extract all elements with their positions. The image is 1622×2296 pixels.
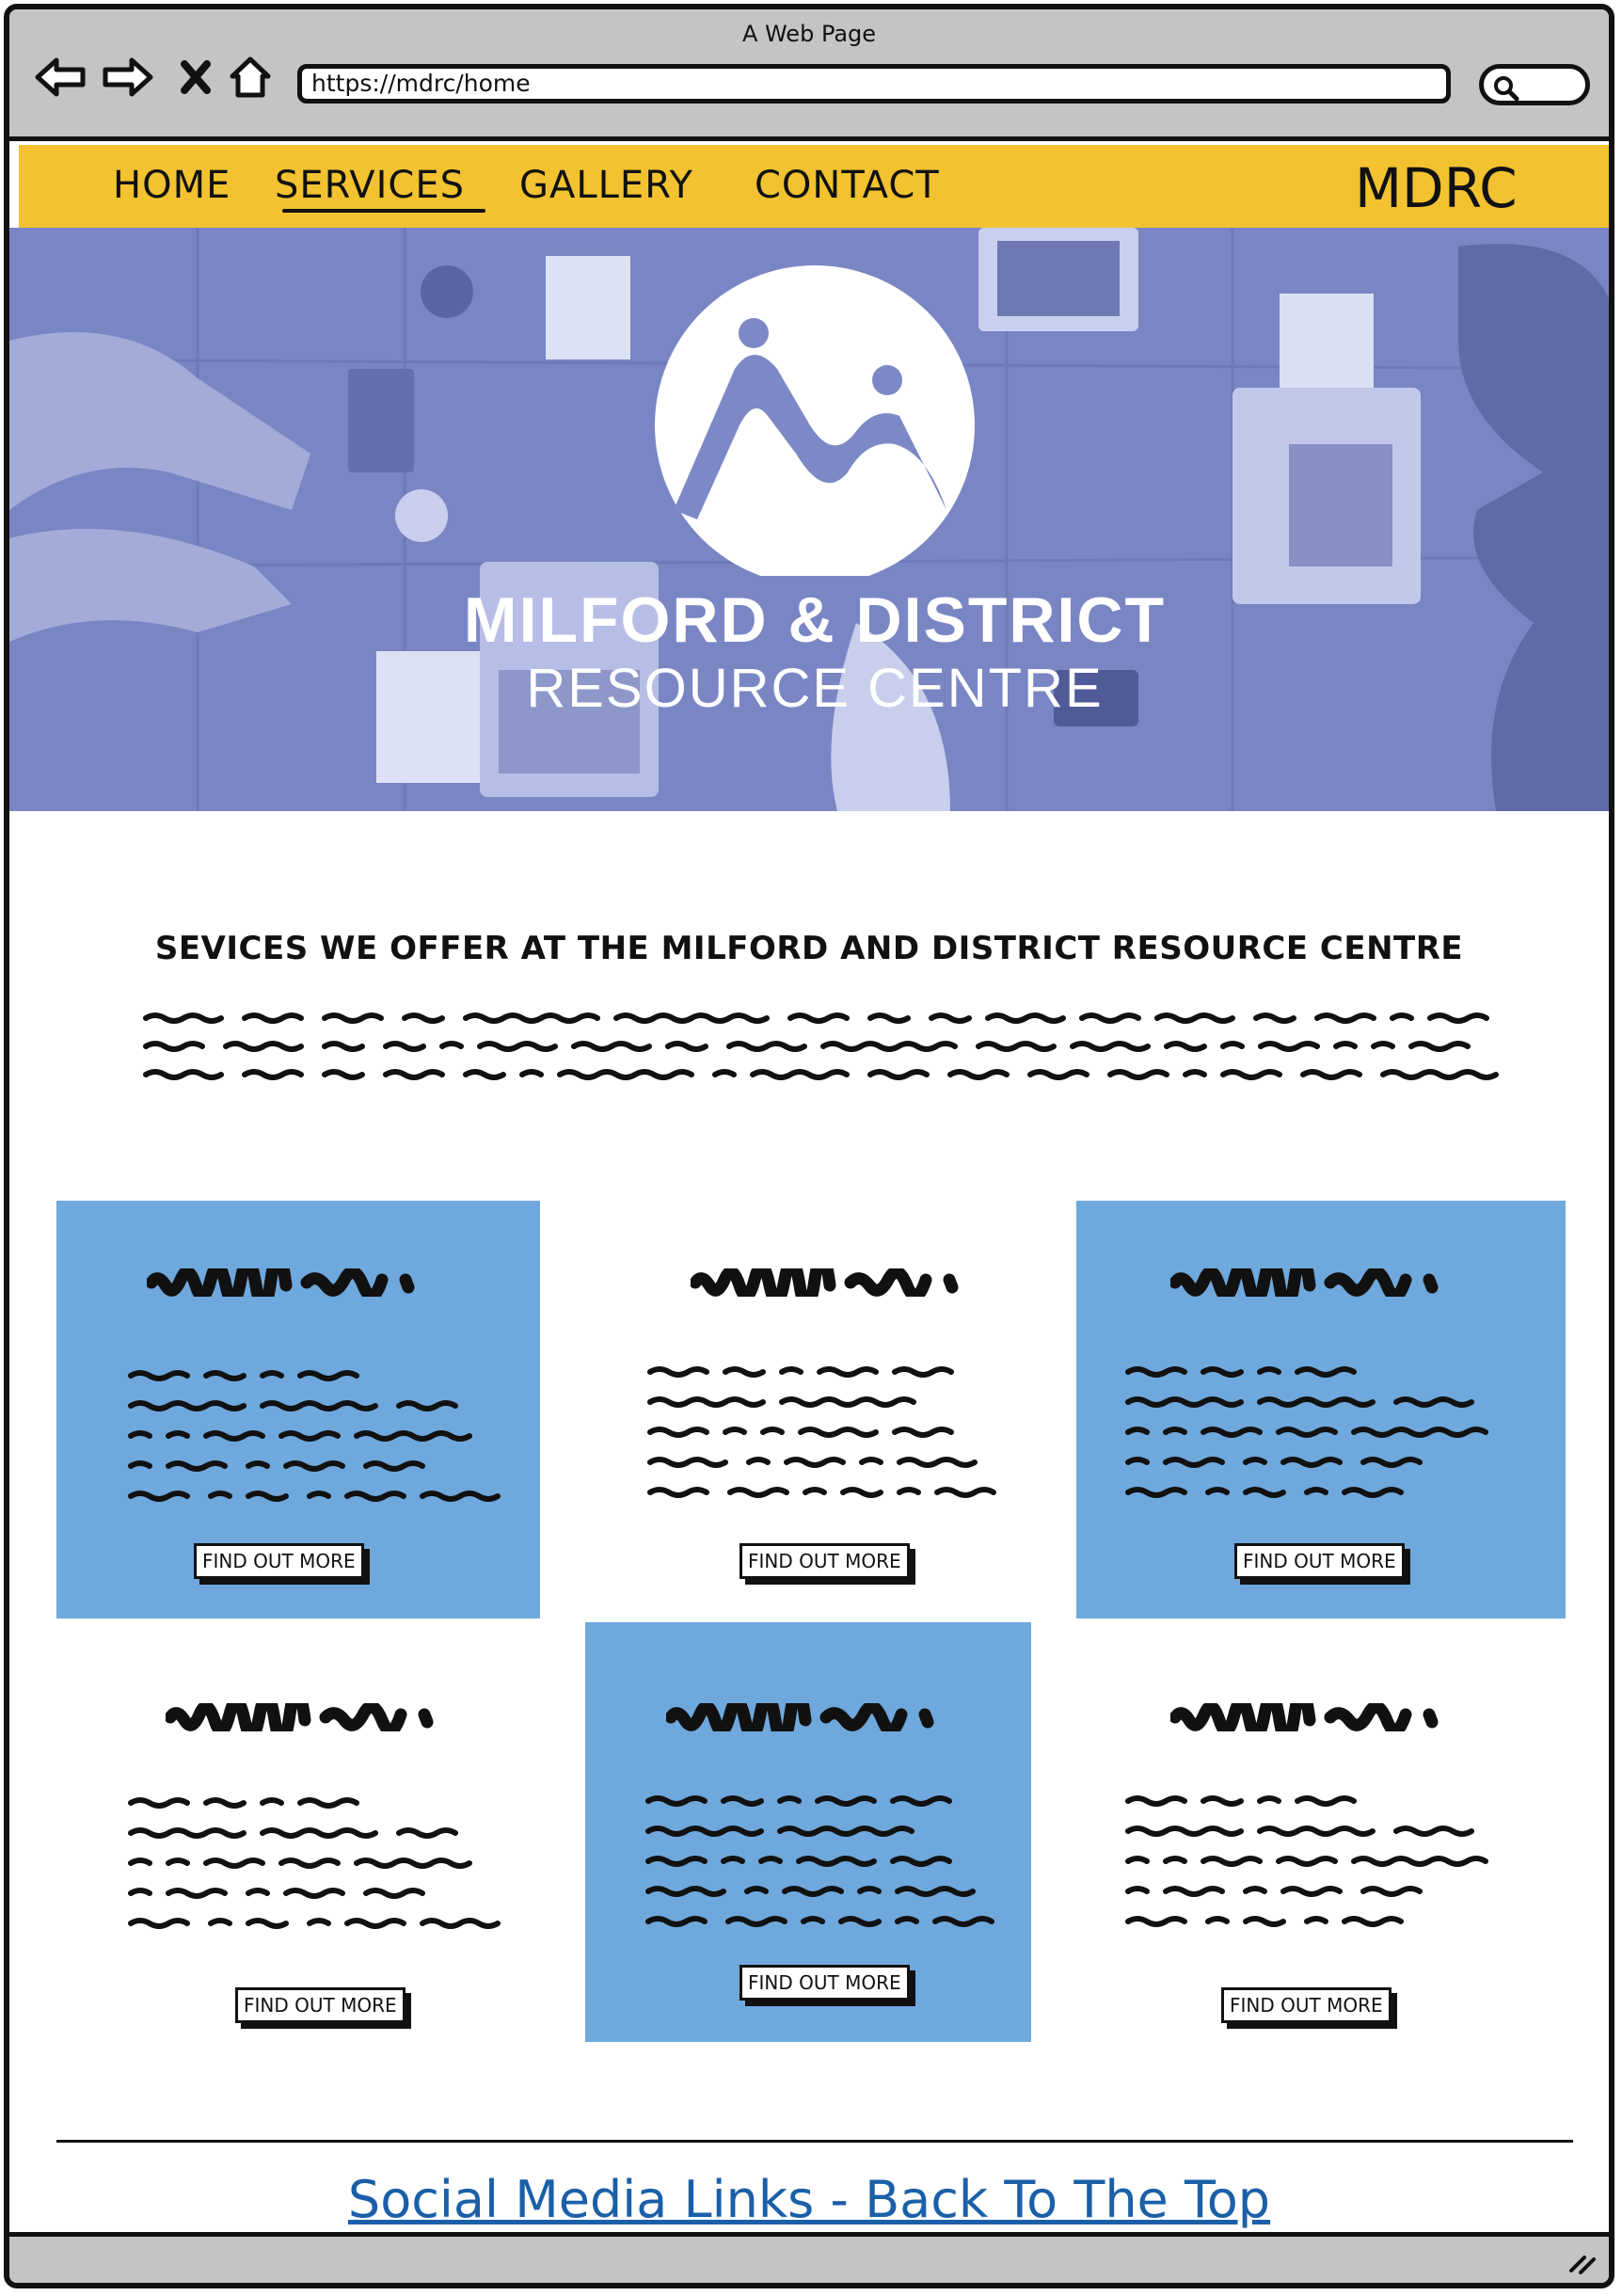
service-card: FIND OUT MORE [1076, 1201, 1566, 1618]
resize-grip-icon[interactable] [1566, 2244, 1598, 2276]
service-card: FIND OUT MORE [585, 1622, 1031, 2042]
card-body-placeholder [128, 1370, 501, 1502]
forward-arrow-icon[interactable] [102, 51, 154, 104]
find-out-more-button[interactable]: FIND OUT MORE [194, 1543, 364, 1579]
services-heading: SEVICES WE OFFER AT THE MILFORD AND DIST… [154, 930, 1464, 967]
card-title-placeholder [147, 1268, 415, 1297]
card-body-placeholder [1125, 1795, 1488, 1927]
find-out-more-button[interactable]: FIND OUT MORE [739, 1965, 910, 2001]
browser-window: A Web Page https://mdrc/home HOME SERVIC… [4, 4, 1614, 2288]
intro-placeholder-text [143, 1012, 1499, 1080]
service-card: FIND OUT MORE [587, 1201, 1057, 1618]
active-nav-underline [282, 209, 485, 213]
service-card: FIND OUT MORE [56, 1637, 540, 2051]
card-body-placeholder [647, 1366, 996, 1498]
brand-logo-text[interactable]: MDRC [1355, 156, 1518, 220]
find-out-more-button[interactable]: FIND OUT MORE [235, 1987, 406, 2023]
url-input[interactable]: https://mdrc/home [297, 64, 1451, 104]
browser-status-bar [9, 2232, 1609, 2283]
hero-banner: MILFORD & DISTRICT RESOURCE CENTRE [9, 228, 1609, 811]
back-arrow-icon[interactable] [34, 51, 87, 104]
close-x-icon[interactable] [169, 51, 222, 104]
mdrc-logo-icon [655, 265, 975, 576]
card-title-placeholder [666, 1703, 934, 1731]
find-out-more-button[interactable]: FIND OUT MORE [1221, 1987, 1391, 2023]
service-card: FIND OUT MORE [56, 1201, 540, 1618]
nav-item-home[interactable]: HOME [113, 164, 231, 207]
nav-item-services[interactable]: SERVICES [275, 164, 465, 207]
home-icon[interactable] [224, 51, 277, 104]
browser-toolbar: A Web Page https://mdrc/home [9, 9, 1609, 141]
find-out-more-button[interactable]: FIND OUT MORE [1234, 1543, 1405, 1579]
card-body-placeholder [128, 1797, 501, 1929]
nav-item-gallery[interactable]: GALLERY [519, 164, 693, 207]
card-body-placeholder [645, 1795, 994, 1927]
find-out-more-button[interactable]: FIND OUT MORE [739, 1543, 910, 1579]
card-title-placeholder [691, 1268, 959, 1297]
nav-item-contact[interactable]: CONTACT [755, 164, 940, 207]
social-media-back-to-top-link[interactable]: Social Media Links - Back To The Top [9, 2170, 1609, 2229]
card-body-placeholder [1125, 1366, 1488, 1498]
footer-divider [56, 2140, 1573, 2143]
card-title-placeholder [1170, 1703, 1439, 1731]
hero-title: MILFORD & DISTRICT [463, 584, 1167, 656]
card-title-placeholder [1170, 1268, 1439, 1297]
service-card: FIND OUT MORE [1076, 1637, 1566, 2051]
site-navbar: HOME SERVICES GALLERY CONTACT MDRC [19, 145, 1609, 228]
browser-search-field[interactable] [1479, 64, 1590, 105]
hero-subtitle: RESOURCE CENTRE [526, 658, 1104, 719]
card-title-placeholder [166, 1703, 434, 1731]
search-icon [1494, 76, 1519, 102]
window-title: A Web Page [741, 21, 877, 47]
